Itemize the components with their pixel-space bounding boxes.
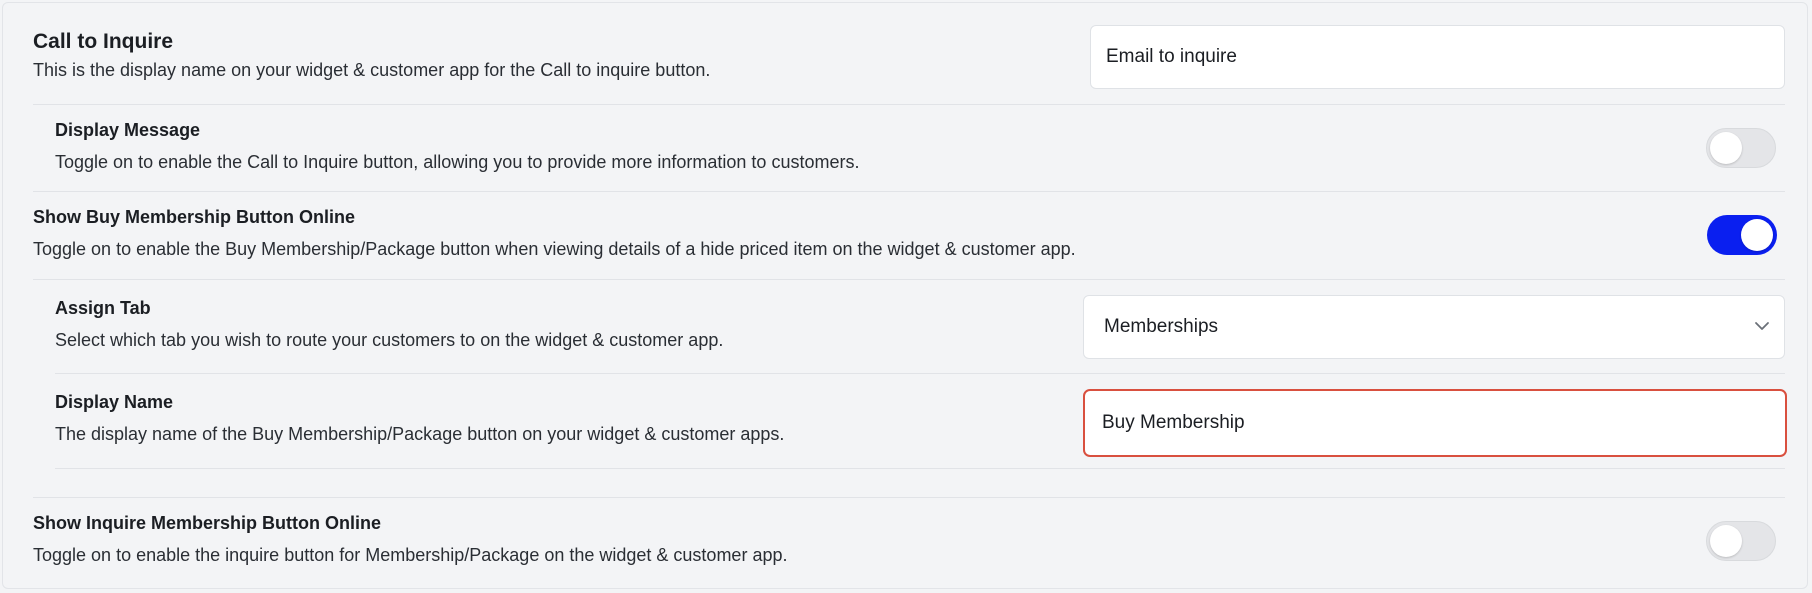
assign-tab-select[interactable]: Memberships xyxy=(1083,295,1785,359)
divider xyxy=(33,104,1785,105)
assign-tab-selected-value: Memberships xyxy=(1104,316,1219,337)
toggle-knob xyxy=(1741,219,1773,251)
call-to-inquire-description: This is the display name on your widget … xyxy=(33,60,711,80)
divider xyxy=(55,373,1785,374)
chevron-down-icon xyxy=(1755,322,1769,330)
show-buy-membership-title: Show Buy Membership Button Online xyxy=(33,207,356,227)
display-message-title: Display Message xyxy=(55,120,201,140)
call-to-inquire-input[interactable]: Email to inquire xyxy=(1090,25,1785,89)
display-name-input-value: Buy Membership xyxy=(1102,412,1245,433)
display-message-toggle[interactable] xyxy=(1706,128,1776,168)
divider xyxy=(55,468,1785,469)
toggle-knob xyxy=(1710,132,1742,164)
divider xyxy=(33,191,1785,192)
show-buy-membership-description: Toggle on to enable the Buy Membership/P… xyxy=(33,239,1076,259)
divider xyxy=(33,279,1785,280)
call-to-inquire-input-value: Email to inquire xyxy=(1106,46,1237,67)
call-to-inquire-title: Call to Inquire xyxy=(33,30,174,53)
assign-tab-description: Select which tab you wish to route your … xyxy=(55,330,724,350)
show-buy-membership-toggle[interactable] xyxy=(1707,215,1777,255)
display-name-title: Display Name xyxy=(55,392,174,412)
show-inquire-membership-title: Show Inquire Membership Button Online xyxy=(33,513,382,533)
display-name-description: The display name of the Buy Membership/P… xyxy=(55,424,785,444)
display-name-input[interactable]: Buy Membership xyxy=(1083,389,1787,457)
show-inquire-membership-toggle[interactable] xyxy=(1706,521,1776,561)
toggle-knob xyxy=(1710,525,1742,557)
show-inquire-membership-description: Toggle on to enable the inquire button f… xyxy=(33,545,788,565)
display-message-description: Toggle on to enable the Call to Inquire … xyxy=(55,152,860,172)
settings-panel: Call to Inquire This is the display name… xyxy=(2,2,1808,589)
divider xyxy=(33,497,1785,498)
assign-tab-title: Assign Tab xyxy=(55,298,151,318)
